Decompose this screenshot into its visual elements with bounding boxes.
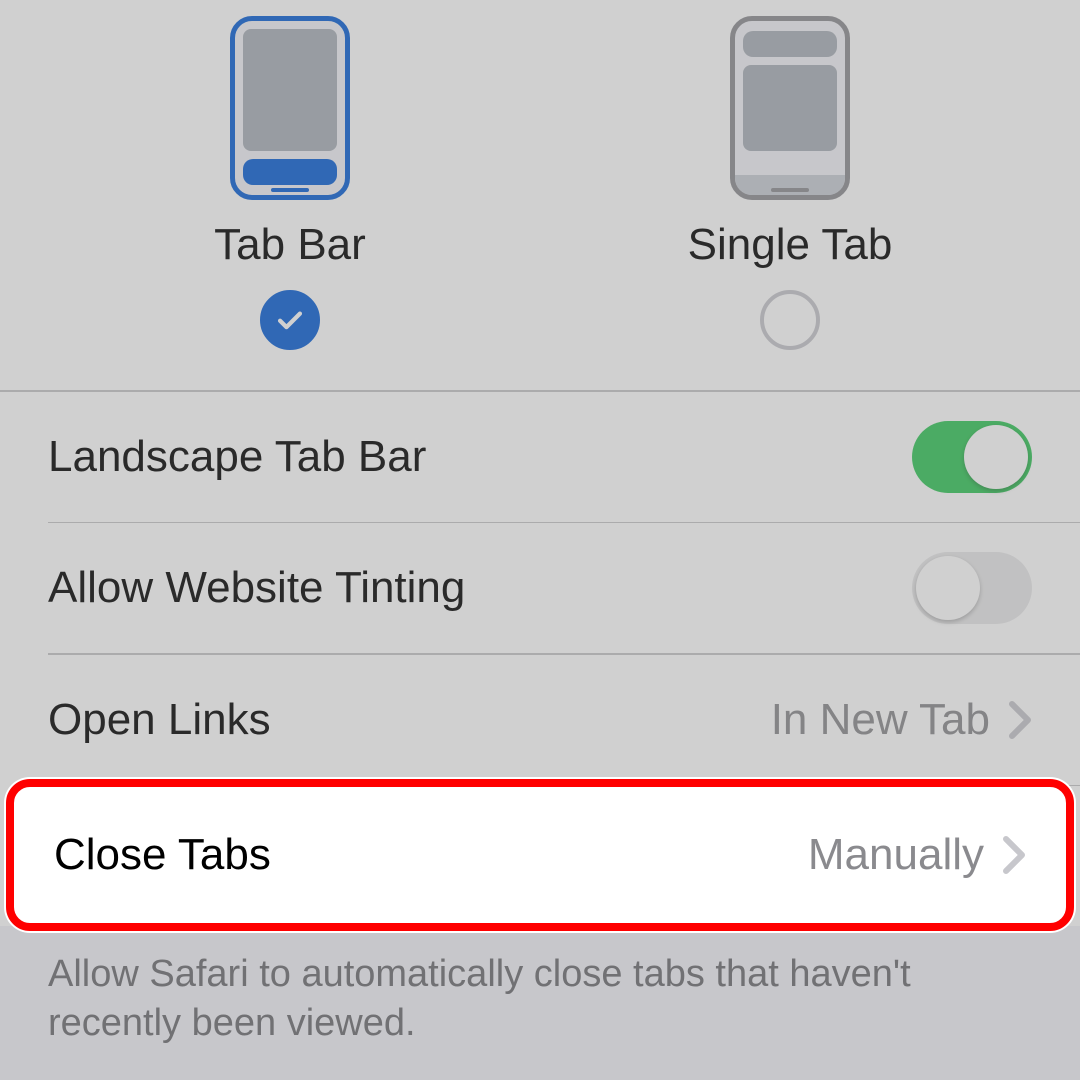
chevron-right-icon [1002, 835, 1026, 875]
switch-landscape-tab-bar[interactable] [912, 421, 1032, 493]
switch-knob [916, 556, 980, 620]
row-label: Allow Website Tinting [48, 563, 465, 613]
row-value: Manually [808, 830, 984, 880]
chevron-right-icon [1008, 700, 1032, 740]
row-allow-website-tinting[interactable]: Allow Website Tinting [0, 523, 1080, 653]
section-footer: Allow Safari to automatically close tabs… [0, 926, 1080, 1049]
radio-unselected-icon[interactable] [760, 290, 820, 350]
row-value: In New Tab [771, 695, 990, 745]
tab-style-option-single-tab[interactable]: Single Tab [640, 56, 940, 350]
tab-style-label: Tab Bar [214, 220, 366, 270]
row-label: Open Links [48, 695, 271, 745]
tab-style-label: Single Tab [688, 220, 893, 270]
phone-preview-single-tab-icon [730, 16, 850, 200]
row-open-links[interactable]: Open Links In New Tab [0, 655, 1080, 785]
row-label: Landscape Tab Bar [48, 432, 426, 482]
phone-preview-tab-bar-icon [230, 16, 350, 200]
row-close-tabs[interactable]: Close Tabs Manually [6, 779, 1074, 931]
row-label: Close Tabs [54, 830, 808, 880]
switch-knob [964, 425, 1028, 489]
tab-style-option-tab-bar[interactable]: Tab Bar [140, 56, 440, 350]
row-landscape-tab-bar[interactable]: Landscape Tab Bar [0, 392, 1080, 522]
radio-selected-icon[interactable] [260, 290, 320, 350]
switch-allow-website-tinting[interactable] [912, 552, 1032, 624]
tab-style-picker: Tab Bar Single Tab [0, 0, 1080, 390]
